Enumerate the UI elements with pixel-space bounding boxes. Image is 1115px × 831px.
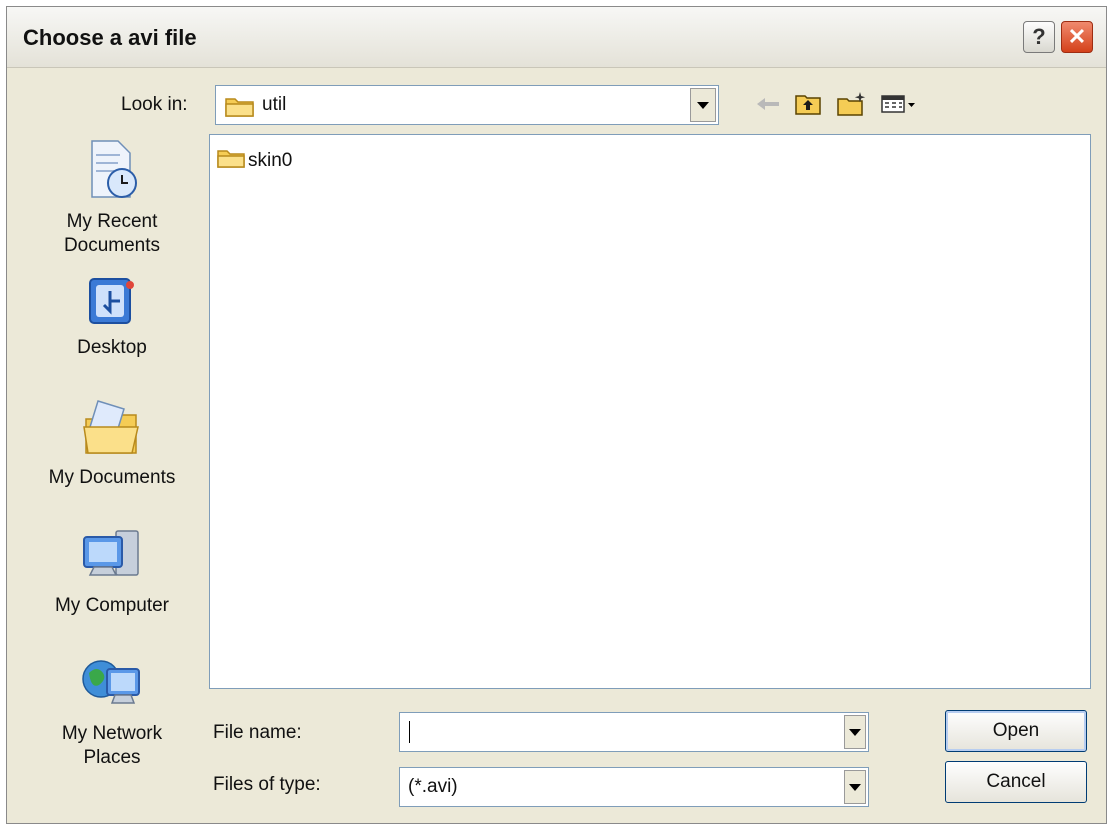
file-type-combobox[interactable]: (*.avi) [399,767,869,807]
look-in-value: util [262,94,287,115]
help-button[interactable]: ? [1023,21,1055,53]
desktop-icon [84,278,140,335]
file-type-dropdown-arrow[interactable] [844,770,866,804]
folder-icon [216,147,246,175]
my-computer-icon [80,530,144,593]
look-in-label: Look in: [121,94,188,115]
place-my-computer[interactable]: My Computer [21,527,203,618]
folder-icon [224,94,256,123]
text-cursor [409,721,410,743]
place-my-documents[interactable]: My Documents [21,395,203,490]
file-name-combobox[interactable] [399,712,869,752]
place-label: My Documents [48,467,176,488]
list-item-name: skin0 [248,150,293,171]
recent-documents-icon [82,140,142,209]
close-button[interactable]: ✕ [1061,21,1093,53]
place-desktop[interactable]: Desktop [21,275,203,360]
back-button[interactable] [753,92,783,120]
new-folder-button[interactable] [835,91,869,122]
file-name-label: File name: [213,722,302,743]
place-label: My Recent [66,211,158,232]
open-button[interactable]: Open [945,710,1087,752]
my-documents-icon [80,400,144,465]
place-label: Documents [63,235,161,256]
place-label: My Network [61,723,163,744]
dialog-title: Choose a avi file [23,25,197,50]
up-folder-button[interactable] [793,92,823,120]
list-item[interactable]: skin0 [216,147,292,175]
new-folder-icon [836,91,868,122]
file-type-value: (*.avi) [408,776,458,797]
look-in-combobox[interactable]: util [215,85,719,125]
network-places-icon [79,660,145,721]
file-list[interactable]: skin0 [209,134,1091,689]
file-dialog: Choose a avi file ? ✕ Look in: util My R… [6,6,1107,824]
file-type-label: Files of type: [213,774,321,795]
file-name-dropdown-arrow[interactable] [844,715,866,749]
view-menu-button[interactable] [879,92,919,120]
back-arrow-icon [755,96,781,117]
place-my-network-places[interactable]: My Network Places [21,653,203,770]
look-in-dropdown-arrow[interactable] [690,88,716,122]
view-menu-icon [880,93,918,120]
place-label: Places [83,747,141,768]
cancel-button[interactable]: Cancel [945,761,1087,803]
place-label: My Computer [54,595,170,616]
up-folder-icon [794,92,822,121]
place-label: Desktop [77,337,147,358]
place-my-recent-documents[interactable]: My Recent Documents [21,135,203,258]
title-bar: Choose a avi file ? ✕ [7,7,1106,68]
